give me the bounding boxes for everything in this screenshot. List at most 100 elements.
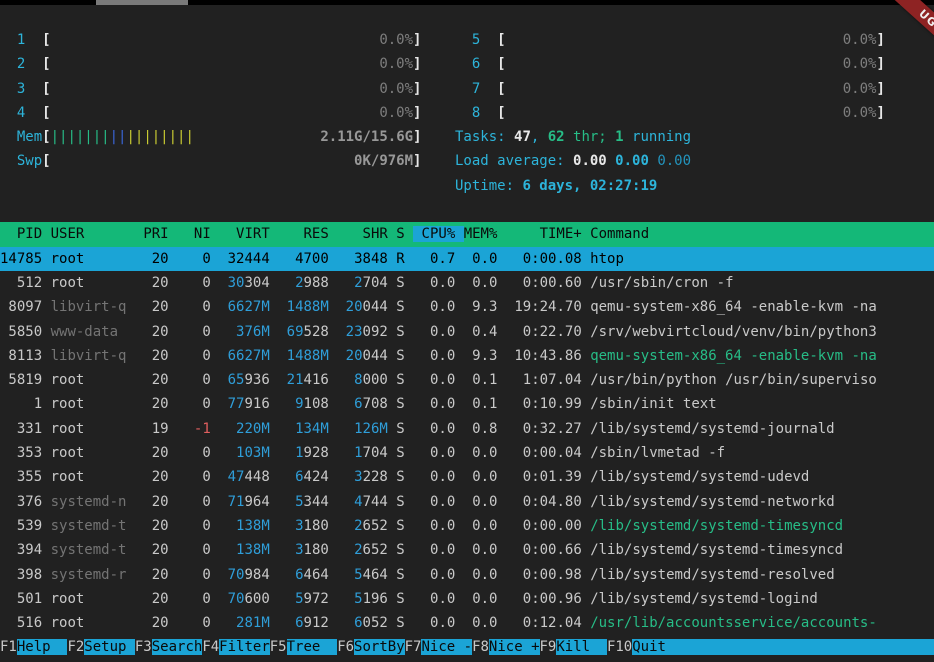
cell-pid: 355 (0, 469, 42, 485)
cell-value-suffix: 708 (363, 396, 388, 412)
fkey-button-search[interactable]: F3Search (135, 639, 202, 655)
text-segment (126, 615, 134, 631)
cell-value-suffix: 988 (304, 275, 329, 291)
meter-open-bracket: [ (497, 32, 505, 48)
cell-state: R (396, 251, 404, 267)
cpu-meter-row: 4 [ 0.0%] 8 [ 0.0%] (0, 101, 934, 125)
cell-time: 0:00.98 (506, 567, 582, 583)
column-header-pri[interactable]: PRI (135, 226, 169, 242)
fkey-button-filter[interactable]: F4Filter (202, 639, 269, 655)
process-row-14785[interactable]: 14785 root 20 0 32444 4700 3848 R 0.7 0.… (0, 247, 934, 271)
cell-pid: 516 (0, 615, 42, 631)
process-row-501[interactable]: 501 root 20 0 70600 5972 5196 S 0.0 0.0 … (0, 587, 934, 611)
cell-pid: 5850 (0, 324, 42, 340)
column-header-command[interactable]: Command (590, 226, 934, 242)
process-row-516[interactable]: 516 root 20 0 281M 6912 6052 S 0.0 0.0 0… (0, 611, 934, 635)
text-segment (480, 105, 497, 121)
fkey-button-kill[interactable]: F9Kill (540, 639, 607, 655)
text-segment (455, 615, 463, 631)
cell-value-prefix: 5 (278, 494, 303, 510)
cell-pid: 394 (0, 542, 42, 558)
process-row-394[interactable]: 394 systemd-t 20 0 138M 3180 2652 S 0.0 … (0, 538, 934, 562)
cell-state: S (396, 591, 404, 607)
column-header-pid[interactable]: PID (0, 226, 42, 242)
text-segment (497, 445, 505, 461)
text-segment (329, 372, 337, 388)
process-row-8113[interactable]: 8113 libvirt-q 20 0 6627M 1488M 20044 S … (0, 344, 934, 368)
swap-meter-label: Swp (17, 153, 42, 169)
fkey-button-help[interactable]: F1Help (0, 639, 67, 655)
fkey-number: F3 (135, 639, 152, 655)
process-row-355[interactable]: 355 root 20 0 47448 6424 3228 S 0.0 0.0 … (0, 465, 934, 489)
process-row-539[interactable]: 539 systemd-t 20 0 138M 3180 2652 S 0.0 … (0, 514, 934, 538)
text-segment (126, 372, 134, 388)
text-segment (405, 469, 413, 485)
cell-value-prefix: 5 (337, 567, 362, 583)
cell-cpu-percent: 0.0 (413, 275, 455, 291)
text-segment (211, 348, 219, 364)
cell-time: 0:00.08 (506, 251, 582, 267)
meter-open-bracket: [ (42, 81, 50, 97)
fkey-button-tree[interactable]: F5Tree (270, 639, 337, 655)
cell-state: S (396, 275, 404, 291)
cell-value: 220M (219, 421, 270, 437)
column-header-time[interactable]: TIME+ (506, 226, 582, 242)
process-row-1[interactable]: 1 root 20 0 77916 9108 6708 S 0.0 0.1 0:… (0, 392, 934, 416)
top-scrollbar-thumb[interactable] (96, 0, 188, 5)
text-segment (329, 494, 337, 510)
cpu-meter-right: 6 [ 0.0%] (455, 52, 885, 76)
cell-value-prefix: 4 (337, 494, 362, 510)
text-segment (211, 226, 219, 242)
process-row-398[interactable]: 398 systemd-r 20 0 70984 6464 5464 S 0.0… (0, 563, 934, 587)
cell-value-prefix: 3 (278, 542, 303, 558)
text-segment (169, 518, 177, 534)
fkey-label: Search (152, 639, 203, 655)
process-row-331[interactable]: 331 root 19 -1 220M 134M 126M S 0.0 0.8 … (0, 417, 934, 441)
text-segment (169, 542, 177, 558)
fkey-button-sortby[interactable]: F6SortBy (337, 639, 404, 655)
process-row-5819[interactable]: 5819 root 20 0 65936 21416 8000 S 0.0 0.… (0, 368, 934, 392)
fkey-button-setup[interactable]: F2Setup (67, 639, 134, 655)
text-segment (211, 591, 219, 607)
cell-pid: 376 (0, 494, 42, 510)
column-header-virt[interactable]: VIRT (219, 226, 270, 242)
process-row-512[interactable]: 512 root 20 0 30304 2988 2704 S 0.0 0.0 … (0, 271, 934, 295)
uptime-label: Uptime: (455, 178, 522, 194)
process-row-5850[interactable]: 5850 www-data 20 0 376M 69528 23092 S 0.… (0, 320, 934, 344)
process-row-376[interactable]: 376 systemd-n 20 0 71964 5344 4744 S 0.0… (0, 490, 934, 514)
fkey-button-nice-minus[interactable]: F7Nice - (405, 639, 472, 655)
column-header-res[interactable]: RES (278, 226, 329, 242)
text-segment (42, 542, 50, 558)
text-segment (497, 469, 505, 485)
fkey-button-nice-plus[interactable]: F8Nice + (472, 639, 539, 655)
cell-user: root (51, 396, 127, 412)
text-segment (42, 372, 50, 388)
column-header-user[interactable]: USER (51, 226, 127, 242)
cell-value-prefix: 21 (278, 372, 303, 388)
process-table-header: PID USER PRI NI VIRT RES SHR S CPU% MEM%… (0, 222, 934, 246)
fkey-number: F9 (540, 639, 557, 655)
text-segment (42, 469, 50, 485)
cell-value-prefix: 2 (337, 518, 362, 534)
cell-mem-percent: 9.3 (464, 348, 498, 364)
cell-nice: 0 (177, 299, 211, 315)
column-header-mem[interactable]: MEM% (464, 226, 498, 242)
text-segment (405, 251, 413, 267)
cell-user: root (51, 251, 127, 267)
cell-priority: 20 (135, 396, 169, 412)
column-header-shr[interactable]: SHR (337, 226, 388, 242)
process-row-8097[interactable]: 8097 libvirt-q 20 0 6627M 1488M 20044 S … (0, 295, 934, 319)
text-segment (270, 567, 278, 583)
cell-value-suffix: 600 (245, 591, 270, 607)
cell-priority: 20 (135, 542, 169, 558)
column-header-cpu-sort[interactable]: CPU% (413, 226, 464, 242)
process-row-353[interactable]: 353 root 20 0 103M 1928 1704 S 0.0 0.0 0… (0, 441, 934, 465)
cell-cpu-percent: 0.0 (413, 542, 455, 558)
column-header-ni[interactable]: NI (177, 226, 211, 242)
fkey-button-quit[interactable]: F10Quit (607, 639, 683, 655)
text-segment (169, 299, 177, 315)
text-segment (270, 348, 278, 364)
text-segment (455, 445, 463, 461)
column-header-state[interactable]: S (396, 226, 404, 242)
cell-time: 0:04.80 (506, 494, 582, 510)
